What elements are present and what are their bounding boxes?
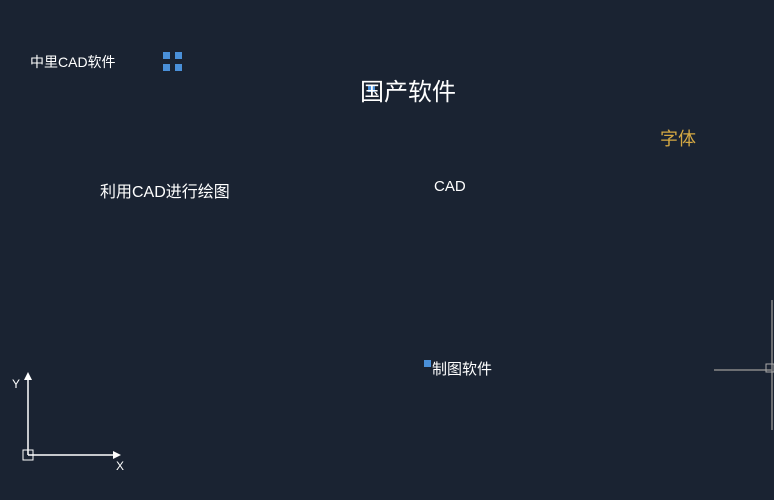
blue-dot-2 bbox=[175, 52, 182, 59]
right-connector-svg bbox=[704, 300, 774, 440]
main-text-label: 利用CAD进行绘图 bbox=[100, 178, 230, 202]
svg-text:X: X bbox=[116, 459, 124, 470]
ziti-label: 字体 bbox=[660, 125, 696, 151]
zhitu-label: 制图软件 bbox=[432, 358, 492, 379]
guochan-label: 国产软件 bbox=[360, 72, 456, 107]
cad-canvas: 中里CAD软件 国产软件 字体 利用CAD进行绘图 CAD 制图软件 Y X bbox=[0, 0, 774, 500]
coordinate-axis: Y X bbox=[8, 370, 128, 470]
blue-dot-4 bbox=[175, 64, 182, 71]
blue-dot-1 bbox=[163, 52, 170, 59]
svg-text:Y: Y bbox=[12, 377, 20, 391]
blue-dot-zhitu bbox=[424, 360, 431, 367]
axis-svg: Y X bbox=[8, 370, 128, 470]
cad-right-label: CAD bbox=[434, 178, 466, 195]
blue-dot-3 bbox=[163, 64, 170, 71]
top-left-label: 中里CAD软件 bbox=[30, 52, 116, 72]
